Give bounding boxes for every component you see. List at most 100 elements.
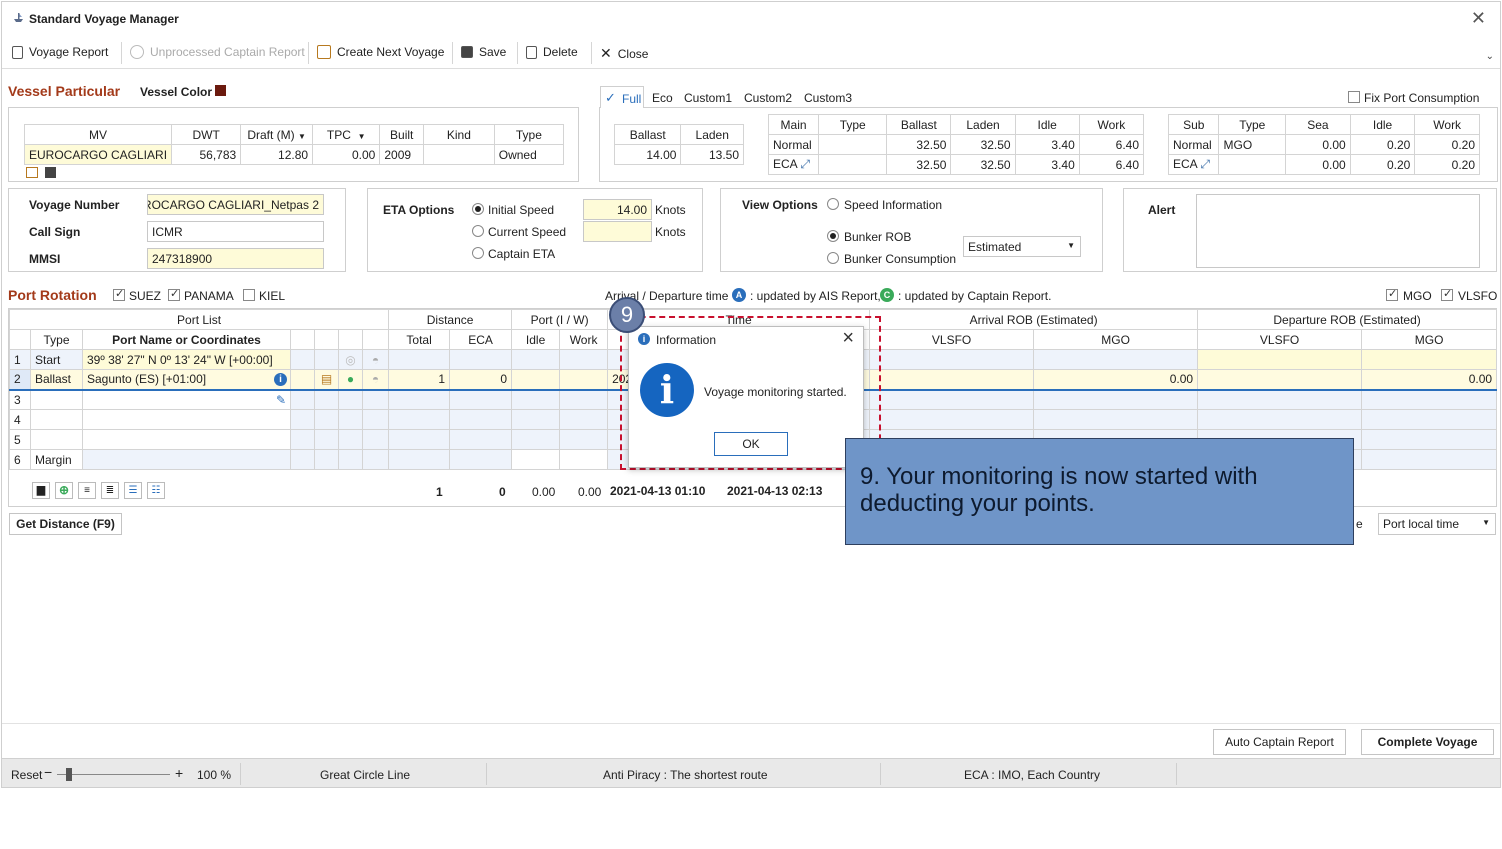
vessel-kind-cell[interactable] <box>423 144 495 165</box>
tab-custom1[interactable]: Custom1 <box>684 91 732 105</box>
delete-button[interactable]: Delete <box>526 45 578 59</box>
add-row-icon[interactable]: ⊕ <box>55 482 73 499</box>
current-speed-radio[interactable] <box>472 225 484 237</box>
clipboard-icon[interactable]: ▤ <box>314 369 339 391</box>
time-mode-select[interactable]: Port local time ▼ <box>1378 513 1496 535</box>
speed-information-radio[interactable] <box>827 198 839 210</box>
vessel-header-draft[interactable]: Draft (M) ▼ <box>240 124 314 145</box>
zoom-in-icon[interactable]: + <box>175 765 183 781</box>
eca-status: ECA : IMO, Each Country <box>964 768 1101 782</box>
vessel-type-cell[interactable]: Owned <box>493 144 565 165</box>
current-speed-input[interactable] <box>583 221 652 242</box>
sub-eca-sea[interactable]: 0.00 <box>1285 154 1351 175</box>
complete-voyage-button[interactable]: Complete Voyage <box>1361 729 1494 755</box>
move-up-icon[interactable]: ☰ <box>124 482 142 499</box>
create-next-label: Create Next Voyage <box>337 45 445 59</box>
captain-eta-radio[interactable] <box>472 247 484 259</box>
bunker-rob-radio[interactable] <box>827 230 839 242</box>
kiel-checkbox[interactable] <box>243 289 255 301</box>
save-button[interactable]: Save <box>461 45 506 59</box>
voyage-number-input[interactable]: EUROCARGO CAGLIARI_Netpas 2 <box>147 194 324 215</box>
initial-speed-input[interactable]: 14.00 <box>583 199 652 220</box>
main-eca-idle[interactable]: 3.40 <box>1014 154 1080 175</box>
initial-speed-radio[interactable] <box>472 203 484 215</box>
port-name-cell[interactable]: Sagunto (ES) [+01:00] i <box>82 369 291 391</box>
tab-custom2[interactable]: Custom2 <box>744 91 792 105</box>
vessel-save-icon[interactable] <box>45 167 56 178</box>
total-time-arrival: 2021-04-13 01:10 <box>610 484 706 498</box>
window-close-icon[interactable]: ✕ <box>1471 8 1486 29</box>
unprocessed-captain-report-button[interactable]: Unprocessed Captain Report <box>130 45 305 59</box>
create-next-voyage-button[interactable]: Create Next Voyage <box>317 45 444 59</box>
vessel-color-swatch[interactable] <box>215 85 226 96</box>
main-normal-laden[interactable]: 32.50 <box>950 134 1016 155</box>
main-engine-table: Main Type Ballast Laden Idle Work Normal… <box>767 114 1145 175</box>
sub-normal-sea[interactable]: 0.00 <box>1285 134 1351 155</box>
move-down-icon[interactable]: ☷ <box>147 482 165 499</box>
sub-normal-work[interactable]: 0.20 <box>1414 134 1480 155</box>
main-eca-type[interactable] <box>818 154 888 175</box>
insert-row-icon[interactable]: ≡ <box>78 482 96 499</box>
bunker-rob-label: Bunker ROB <box>844 230 912 244</box>
sub-eca-work[interactable]: 0.20 <box>1414 154 1480 175</box>
split-row-icon[interactable]: ≣ <box>101 482 119 499</box>
bunker-consumption-radio[interactable] <box>827 252 839 264</box>
vessel-dwt-cell[interactable]: 56,783 <box>171 144 242 165</box>
speedometer-icon[interactable]: ◓ <box>361 369 390 391</box>
legend-text-ais: : updated by AIS Report, <box>750 289 881 303</box>
pencil-icon[interactable]: ✎ <box>82 389 291 410</box>
dialog-close-icon[interactable]: × <box>842 327 854 350</box>
zoom-out-icon[interactable]: − <box>44 764 52 780</box>
main-eca-laden[interactable]: 32.50 <box>950 154 1016 175</box>
alert-title: Alert <box>1148 203 1176 217</box>
main-normal-work[interactable]: 6.40 <box>1078 134 1145 155</box>
sub-eca-type[interactable] <box>1218 154 1287 175</box>
auto-captain-report-button[interactable]: Auto Captain Report <box>1213 729 1346 755</box>
panama-checkbox[interactable] <box>168 287 180 301</box>
speedometer-icon[interactable]: ◓ <box>361 349 390 370</box>
speed-laden-cell[interactable]: 13.50 <box>680 144 744 165</box>
main-eca-work[interactable]: 6.40 <box>1078 154 1145 175</box>
zoom-reset-label[interactable]: Reset <box>11 768 42 782</box>
main-normal-type[interactable] <box>818 134 888 155</box>
vessel-mv-cell[interactable]: EUROCARGO CAGLIARI <box>23 144 173 165</box>
vlsfo-checkbox[interactable] <box>1441 287 1453 301</box>
sub-eca-idle[interactable]: 0.20 <box>1349 154 1416 175</box>
close-button[interactable]: ✕ Close <box>600 45 648 62</box>
sub-normal-idle[interactable]: 0.20 <box>1349 134 1416 155</box>
time-mode-label-partial: e <box>1356 517 1363 531</box>
trash-icon[interactable]: ▆ <box>32 482 50 499</box>
speed-ballast-cell[interactable]: 14.00 <box>613 144 682 165</box>
window-title: Standard Voyage Manager <box>29 12 179 26</box>
get-distance-button[interactable]: Get Distance (F9) <box>9 513 122 535</box>
main-eca-ballast[interactable]: 32.50 <box>886 154 952 175</box>
fix-port-consumption-checkbox[interactable] <box>1348 91 1360 103</box>
tab-full[interactable]: ✓ Full <box>600 86 644 108</box>
call-sign-input[interactable]: ICMR <box>147 221 324 242</box>
info-icon[interactable]: i <box>274 373 287 386</box>
ais-report-icon: A <box>732 288 746 302</box>
main-normal-idle[interactable]: 3.40 <box>1014 134 1080 155</box>
sub-normal-type[interactable]: MGO <box>1218 134 1287 155</box>
mgo-checkbox[interactable] <box>1386 287 1398 301</box>
toolbar-expand-icon[interactable]: ⌄ <box>1486 51 1494 62</box>
vessel-tpc-cell[interactable]: 0.00 <box>312 144 381 165</box>
tab-custom3[interactable]: Custom3 <box>804 91 852 105</box>
voyage-report-button[interactable]: Voyage Report <box>12 45 108 59</box>
vessel-edit-icon[interactable] <box>26 167 38 178</box>
vessel-built-cell[interactable]: 2009 <box>379 144 425 165</box>
main-normal-ballast[interactable]: 32.50 <box>886 134 952 155</box>
zoom-slider-track[interactable] <box>57 774 170 775</box>
tab-eco[interactable]: Eco <box>652 91 673 105</box>
dialog-ok-button[interactable]: OK <box>714 432 788 456</box>
location-pin-icon[interactable]: ● <box>338 369 363 391</box>
vessel-draft-cell[interactable]: 12.80 <box>240 144 314 165</box>
port-name-cell[interactable]: 39º 38' 27" N 0º 13' 24" W [+00:00] <box>82 349 291 370</box>
estimated-select[interactable]: Estimated ▼ <box>963 236 1081 257</box>
vessel-header-tpc[interactable]: TPC ▼ <box>312 124 381 145</box>
suez-checkbox[interactable] <box>113 287 125 301</box>
zoom-slider-thumb[interactable] <box>66 768 73 781</box>
mmsi-input[interactable]: 247318900 <box>147 248 324 269</box>
pin-icon[interactable]: ◎ <box>338 349 363 370</box>
speed-header-laden: Laden <box>680 124 744 145</box>
